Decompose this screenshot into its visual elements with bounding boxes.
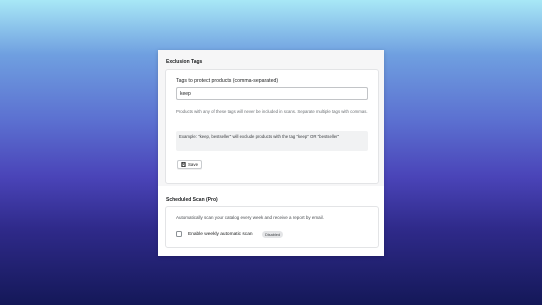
scheduled-scan-heading: Scheduled Scan (Pro) — [166, 197, 218, 203]
exclusion-tags-heading: Exclusion Tags — [166, 59, 203, 65]
tags-input[interactable] — [176, 87, 368, 100]
tags-example-box: Example: "keep, bestseller" will exclude… — [176, 131, 368, 151]
settings-panel: Exclusion Tags Tags to protect products … — [158, 50, 384, 256]
floppy-disk-icon — [181, 162, 186, 167]
tags-example-text: Example: "keep, bestseller" will exclude… — [179, 134, 340, 139]
scheduled-scan-description: Automatically scan your catalog every we… — [176, 215, 324, 220]
tags-help-text: Products with any of these tags will nev… — [176, 109, 368, 114]
weekly-scan-label: Enable weekly automatic scan — [188, 231, 253, 237]
save-button-label: Save — [188, 162, 199, 167]
weekly-scan-checkbox[interactable] — [176, 231, 182, 237]
exclusion-tags-card: Tags to protect products (comma-separate… — [165, 69, 379, 184]
tags-field-label: Tags to protect products (comma-separate… — [176, 78, 279, 84]
status-badge: Disabled — [262, 231, 284, 238]
scheduled-scan-card: Automatically scan your catalog every we… — [165, 206, 379, 248]
save-button[interactable]: Save — [177, 160, 202, 169]
